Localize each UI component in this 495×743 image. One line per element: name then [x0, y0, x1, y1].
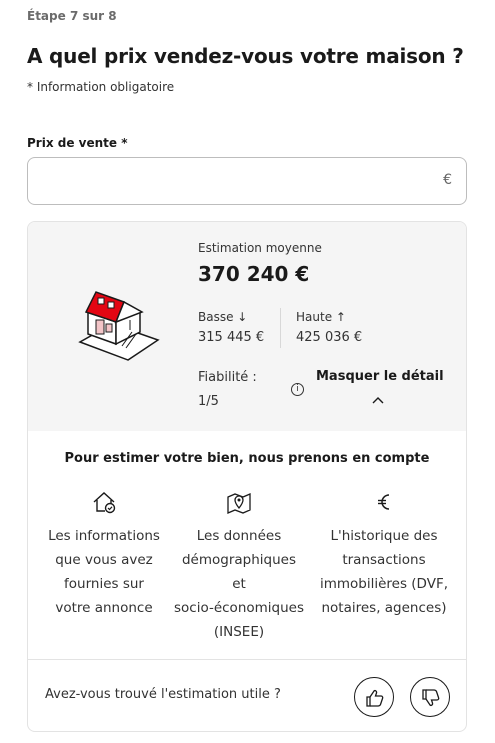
factor-line: que vous avez — [55, 552, 153, 568]
factor-line: immobilières (DVF, — [319, 576, 449, 592]
thumbs-up-icon — [366, 689, 384, 707]
factor-line: transactions — [342, 552, 426, 568]
price-field[interactable]: € — [27, 157, 467, 205]
factor-line: votre annonce — [55, 600, 153, 616]
low-estimate-label: Basse ↓ — [198, 310, 248, 324]
info-icon[interactable]: i — [291, 383, 304, 396]
factors-title: Pour estimer votre bien, nous prenons en… — [64, 451, 430, 466]
currency-symbol: € — [443, 172, 452, 188]
factor-line: Les données — [196, 528, 282, 544]
feedback-question: Avez-vous trouvé l'estimation utile ? — [45, 687, 281, 702]
chevron-up-icon[interactable] — [371, 395, 385, 405]
high-estimate-label: Haute ↑ — [296, 310, 346, 324]
step-indicator: Étape 7 sur 8 — [27, 9, 117, 23]
factor-transactions-text: L'historique des transactions immobilièr… — [314, 524, 454, 620]
thumbs-down-icon — [422, 689, 440, 707]
factor-demographics: Les données démographiques et socio-écon… — [169, 490, 309, 644]
estimate-value: 370 240 € — [198, 262, 310, 286]
factor-listing-info: Les informations que vous avez fournies … — [34, 490, 174, 620]
thumbs-up-button[interactable] — [354, 677, 394, 717]
factor-line: socio-économiques — [173, 600, 305, 616]
factor-line: démographiques — [181, 552, 297, 568]
thumbs-down-button[interactable] — [410, 677, 450, 717]
estimate-separator — [280, 308, 281, 348]
factor-listing-text: Les informations que vous avez fournies … — [34, 524, 174, 620]
house-illustration-icon — [78, 291, 160, 361]
card-divider — [28, 659, 466, 660]
factor-line: fournies sur — [64, 576, 144, 592]
factor-line: Les informations — [48, 528, 160, 544]
hide-detail-button[interactable]: Masquer le détail — [316, 369, 444, 384]
high-estimate-value: 425 036 € — [296, 330, 363, 345]
factor-line: (INSEE) — [213, 624, 265, 640]
factor-line: et — [232, 576, 246, 592]
factor-transactions: L'historique des transactions immobilièr… — [314, 490, 454, 620]
reliability-label: Fiabilité : — [198, 370, 257, 385]
map-pin-icon — [227, 493, 251, 514]
estimate-card: Estimation moyenne 370 240 € Basse ↓ 315… — [27, 221, 467, 732]
page-title: A quel prix vendez-vous votre maison ? — [27, 44, 464, 68]
house-check-icon — [93, 492, 116, 514]
low-estimate-value: 315 445 € — [198, 330, 265, 345]
factor-line: L'historique des — [330, 528, 438, 544]
estimate-summary: Estimation moyenne 370 240 € Basse ↓ 315… — [28, 222, 466, 431]
required-note: * Information obligatoire — [27, 80, 175, 94]
price-field-label: Prix de vente * — [27, 136, 128, 150]
estimate-label: Estimation moyenne — [198, 241, 322, 255]
euro-icon — [378, 494, 390, 510]
factor-demographics-text: Les données démographiques et socio-écon… — [169, 524, 309, 644]
factor-line: notaires, agences) — [321, 600, 447, 616]
reliability-value: 1/5 — [198, 394, 219, 409]
price-input[interactable] — [28, 158, 428, 204]
